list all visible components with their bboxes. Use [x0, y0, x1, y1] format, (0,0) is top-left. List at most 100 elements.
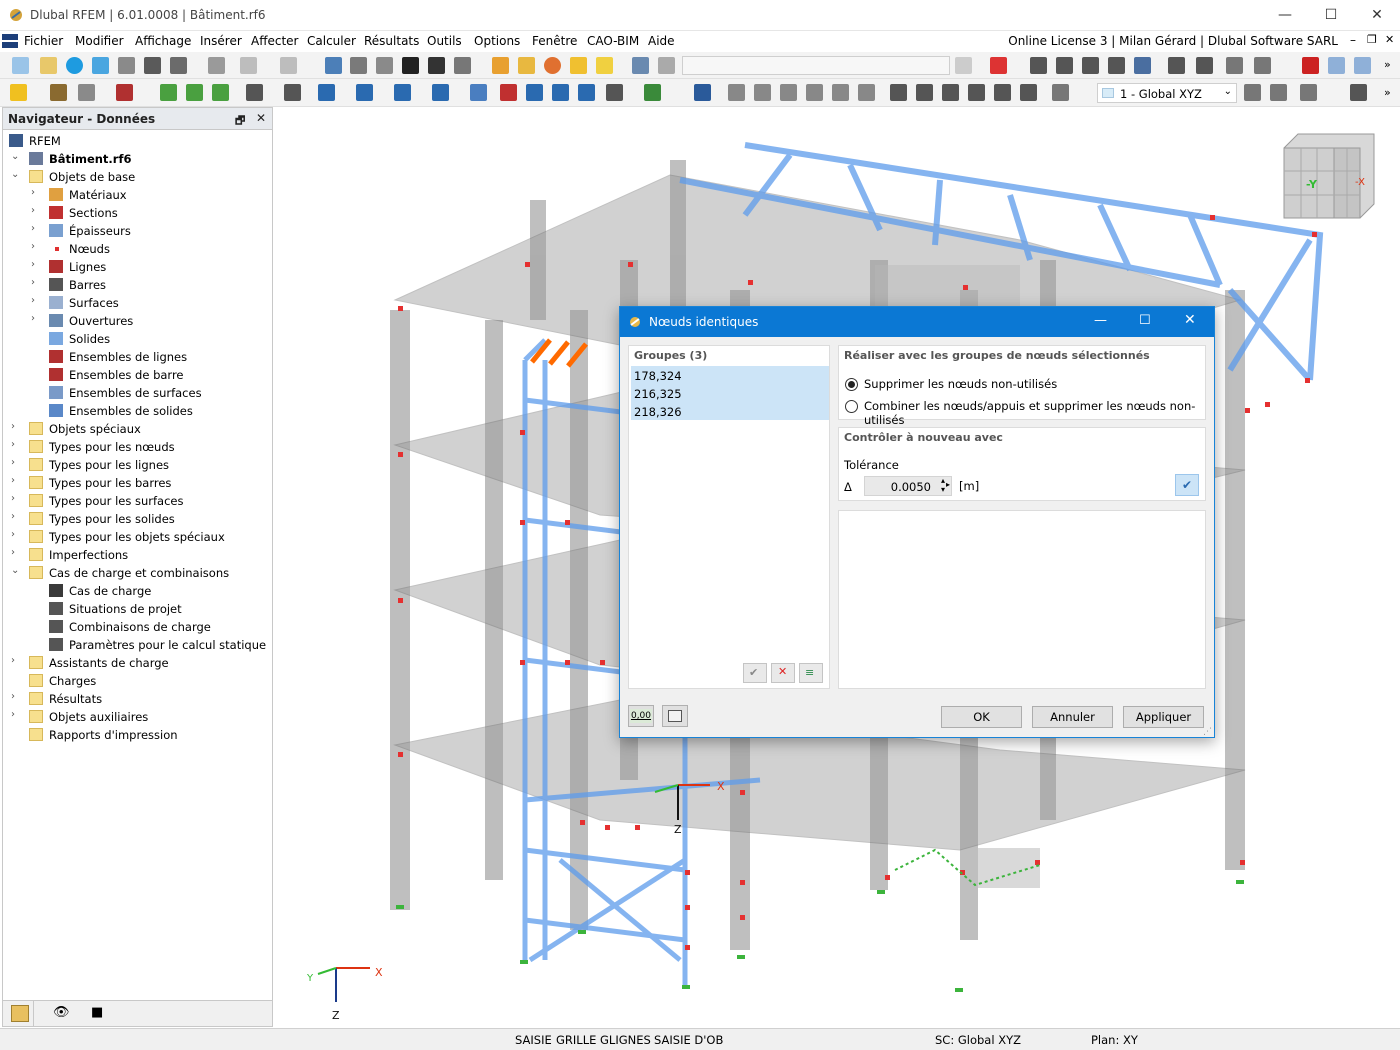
snap-grid-icon[interactable] [1300, 84, 1317, 101]
delete-icon[interactable] [990, 57, 1007, 74]
cancel-button[interactable]: Annuler [1032, 706, 1113, 728]
expand-icon[interactable]: › [11, 511, 21, 522]
prev-icon[interactable] [955, 57, 972, 74]
status-snap[interactable]: SAISIE [515, 1033, 552, 1047]
console-icon[interactable] [402, 57, 419, 74]
move-icon[interactable] [318, 84, 335, 101]
group-item[interactable]: 218,326 [631, 402, 829, 420]
filter-list-icon[interactable]: ≡ [799, 663, 823, 683]
save-icon[interactable] [144, 57, 161, 74]
menu-inserer[interactable]: Insérer [200, 34, 242, 48]
pen-icon[interactable] [858, 84, 875, 101]
redo-icon[interactable] [280, 57, 297, 74]
offset-icon[interactable] [994, 84, 1011, 101]
member-type-icon[interactable] [1196, 57, 1213, 74]
select-all-icon[interactable]: ✔ [743, 663, 767, 683]
3d-view-icon[interactable] [1354, 57, 1371, 74]
pin-icon[interactable]: 🗗 [235, 112, 245, 131]
node-between-icon[interactable] [186, 84, 203, 101]
expand-icon[interactable]: › [31, 205, 41, 216]
undo-icon[interactable] [240, 57, 257, 74]
dimension-icon[interactable] [246, 84, 263, 101]
remove-selection-icon[interactable]: ✕ [771, 663, 795, 683]
expand-icon[interactable]: › [31, 295, 41, 306]
stack-icon[interactable] [968, 84, 985, 101]
eye-icon[interactable]: 👁 [53, 1005, 70, 1020]
status-grid[interactable]: GRILLE [556, 1033, 596, 1047]
expand-icon[interactable]: › [31, 259, 41, 270]
recheck-button[interactable]: ✔ [1175, 474, 1199, 496]
spring-icon[interactable] [1082, 57, 1099, 74]
expand-icon[interactable]: › [11, 493, 21, 504]
expand-icon[interactable]: › [11, 529, 21, 540]
label-icon[interactable] [596, 57, 613, 74]
ok-button[interactable]: OK [941, 706, 1022, 728]
grid-icon[interactable] [1270, 84, 1287, 101]
list-view-icon[interactable] [376, 57, 393, 74]
expand-icon[interactable]: › [31, 241, 41, 252]
section-tool-icon[interactable] [1134, 57, 1151, 74]
group-item[interactable]: 216,325 [631, 384, 829, 402]
arrow-right-icon[interactable]: ▸ [946, 480, 950, 489]
eccentricity-icon[interactable] [1168, 57, 1185, 74]
apply-button[interactable]: Appliquer [1123, 706, 1204, 728]
more-tools2-icon[interactable]: » [1384, 86, 1391, 99]
filter-icon[interactable] [694, 84, 711, 101]
menu-affecter[interactable]: Affecter [251, 34, 298, 48]
render-icon[interactable] [644, 84, 661, 101]
open-file-icon[interactable] [40, 57, 57, 74]
dialog-minimize-button[interactable]: — [1094, 313, 1107, 328]
expand-icon[interactable]: › [11, 547, 21, 558]
intersect-icon[interactable] [578, 84, 595, 101]
node-offset-icon[interactable] [212, 84, 229, 101]
document-icon[interactable] [2, 34, 18, 48]
notes-icon[interactable] [454, 57, 471, 74]
collapse-icon[interactable]: ⌄ [11, 565, 21, 576]
arrange-icon[interactable] [942, 84, 959, 101]
report-icon[interactable] [208, 57, 225, 74]
release-icon[interactable] [1108, 57, 1125, 74]
more-tools-icon[interactable]: » [1384, 58, 1391, 71]
group-item[interactable]: 178,324 [631, 366, 829, 384]
camera-icon[interactable] [806, 84, 823, 101]
minimize-button[interactable]: — [1262, 0, 1308, 31]
extrude-icon[interactable] [470, 84, 487, 101]
video-camera-icon[interactable]: ■ [91, 1005, 103, 1020]
expand-icon[interactable]: › [11, 655, 21, 666]
expand-icon[interactable]: › [11, 475, 21, 486]
dialog-close-button[interactable]: ✕ [1184, 312, 1196, 328]
expand-icon[interactable]: › [31, 313, 41, 324]
data-tab-icon[interactable] [11, 1005, 29, 1022]
view-cube[interactable]: -Y -X [1283, 133, 1375, 219]
merge-icon[interactable] [552, 84, 569, 101]
dialog-maximize-button[interactable]: ☐ [1139, 313, 1151, 328]
doc-close-button[interactable]: ✕ [1385, 33, 1394, 46]
export-icon[interactable] [658, 57, 675, 74]
option-combine-radio[interactable] [845, 400, 858, 413]
ruler-icon[interactable] [780, 84, 797, 101]
menu-fenetre[interactable]: Fenêtre [532, 34, 577, 48]
mirror-icon[interactable] [394, 84, 411, 101]
status-object-snap[interactable]: SAISIE D'OB [654, 1033, 723, 1047]
option-combine-label[interactable]: Combiner les nœuds/appuis et supprimer l… [864, 399, 1205, 427]
workplane-icon[interactable] [1052, 84, 1069, 101]
expand-icon[interactable]: › [11, 457, 21, 468]
print-icon[interactable] [170, 57, 187, 74]
option-delete-label[interactable]: Supprimer les nœuds non-utilisés [864, 377, 1057, 391]
cs-edit-icon[interactable] [1244, 84, 1261, 101]
tolerance-input[interactable]: 0.0050 ▴ ▾ [864, 476, 952, 496]
expand-icon[interactable]: › [31, 277, 41, 288]
draw-line-icon[interactable] [78, 84, 95, 101]
pencil-icon[interactable] [50, 84, 67, 101]
menu-fichier[interactable]: Fichier [24, 34, 63, 48]
coordinate-icon[interactable] [284, 84, 301, 101]
edit-icon[interactable] [1020, 84, 1037, 101]
cloud-icon[interactable] [66, 57, 83, 74]
select-icon[interactable] [10, 84, 27, 101]
node-tool-icon[interactable] [160, 84, 177, 101]
polyline-icon[interactable] [116, 84, 133, 101]
target-icon[interactable] [544, 57, 561, 74]
resize-grip-icon[interactable]: ⋰ [1203, 727, 1212, 737]
web-services-icon[interactable] [92, 57, 109, 74]
doc-restore-button[interactable]: ❐ [1367, 33, 1377, 46]
